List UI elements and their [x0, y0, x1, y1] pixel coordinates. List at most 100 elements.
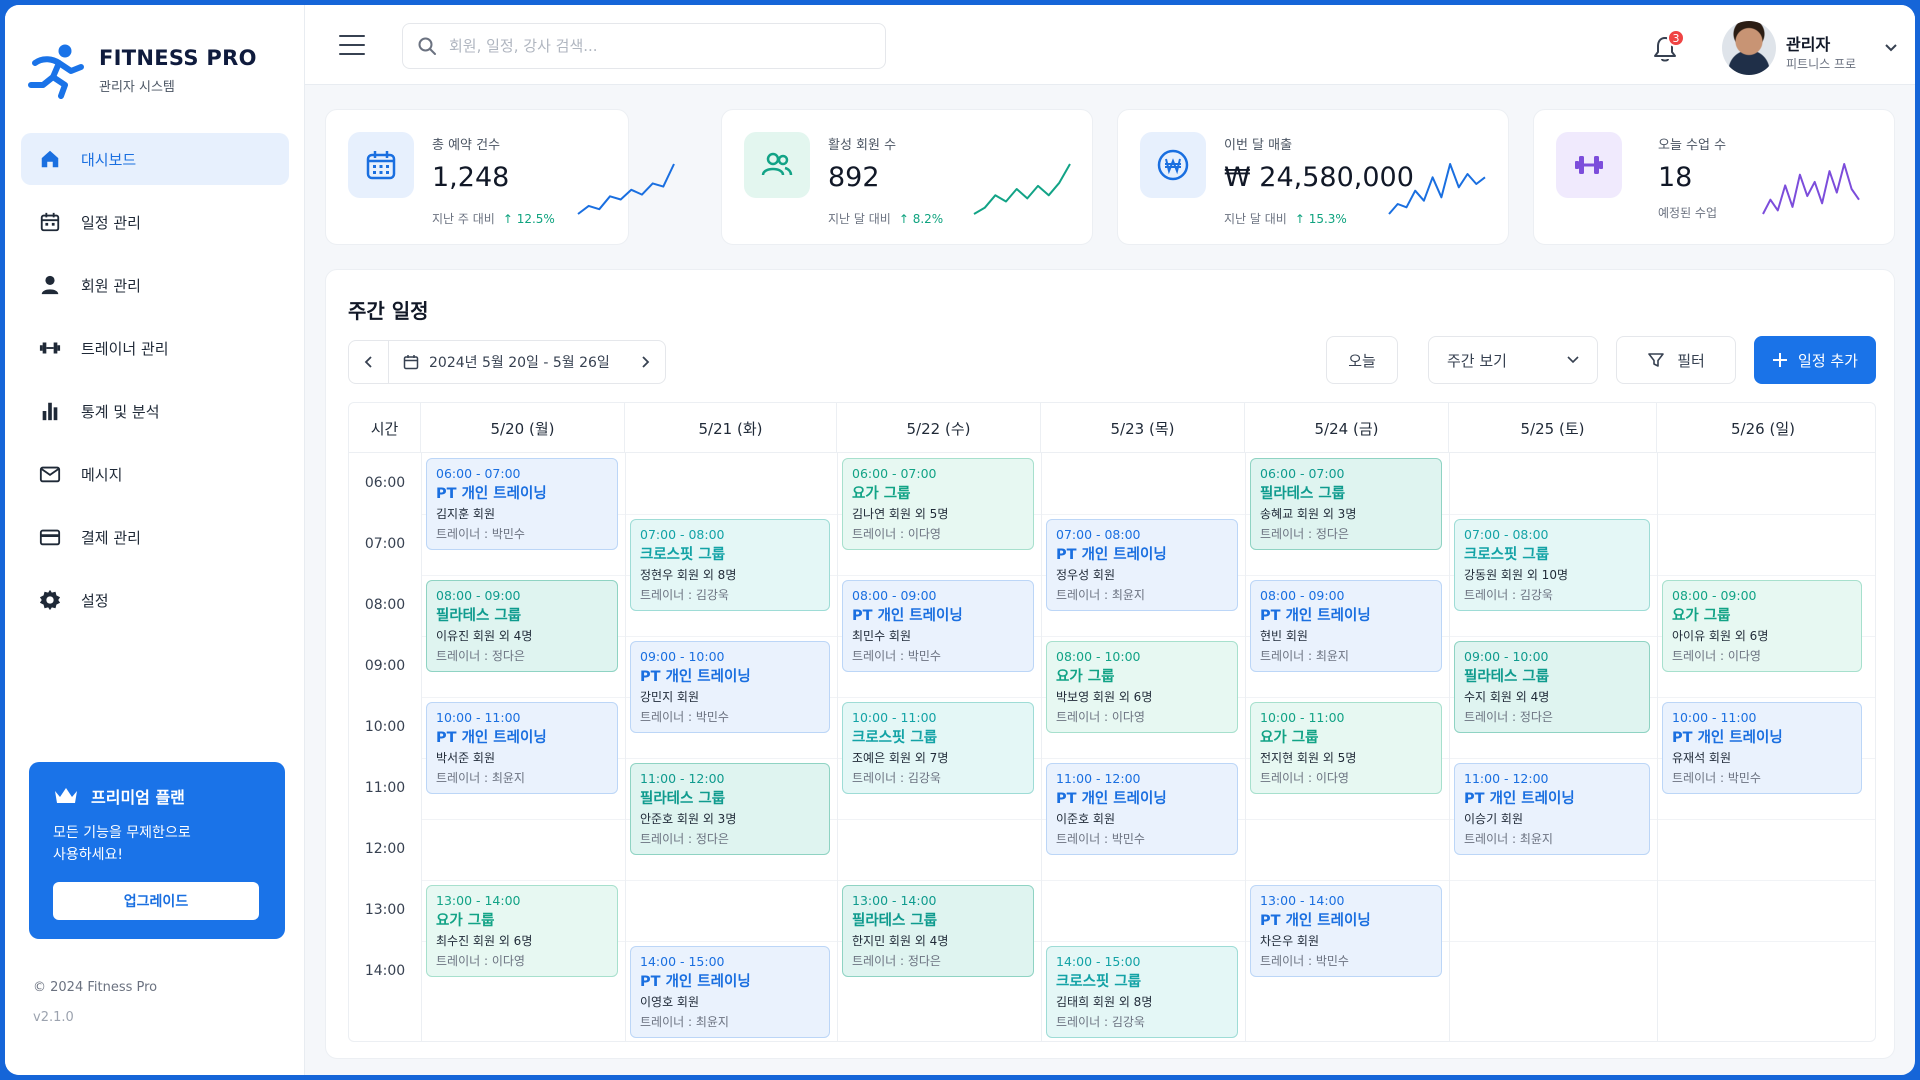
sidebar-item-label: 설정: [81, 591, 109, 610]
day-gridline: [1245, 453, 1246, 1041]
users-icon: [744, 132, 810, 198]
upgrade-button[interactable]: 업그레이드: [53, 882, 259, 920]
event-member: 정현우 회원 외 8명: [640, 568, 737, 582]
sidebar-item-label: 결제 관리: [81, 528, 141, 547]
schedule-event[interactable]: 07:00 - 08:00 PT 개인 트레이닝 정우성 회원 트레이너 : 최윤지: [1046, 519, 1238, 611]
schedule-event[interactable]: 08:00 - 09:00 PT 개인 트레이닝 최민수 회원 트레이너 : 박민수: [842, 580, 1034, 672]
calendar-icon: [348, 132, 414, 198]
sidebar-item-payments[interactable]: 결제 관리: [21, 511, 289, 563]
event-member: 김태희 회원 외 8명: [1056, 995, 1153, 1009]
day-header: 5/22 (수): [837, 403, 1041, 453]
schedule-event[interactable]: 07:00 - 08:00 크로스핏 그룹 정현우 회원 외 8명 트레이너 : 김강…: [630, 519, 830, 611]
event-time: 10:00 - 11:00: [852, 710, 937, 725]
next-week-button[interactable]: [625, 341, 665, 383]
event-title: PT 개인 트레이닝: [640, 974, 751, 990]
sidebar-item-schedule[interactable]: 일정 관리: [21, 196, 289, 248]
schedule-event[interactable]: 10:00 - 11:00 PT 개인 트레이닝 박서준 회원 트레이너 : 최윤지: [426, 702, 618, 794]
stat-card-classes[interactable]: 오늘 수업 수 18 예정된 수업: [1533, 109, 1895, 245]
avatar[interactable]: [1722, 21, 1776, 75]
schedule-event[interactable]: 06:00 - 07:00 요가 그룹 김나연 회원 외 5명 트레이너 : 이다영: [842, 458, 1034, 550]
schedule-event[interactable]: 14:00 - 15:00 크로스핏 그룹 김태희 회원 외 8명 트레이너 : 김강…: [1046, 946, 1238, 1038]
search-box[interactable]: [402, 23, 886, 69]
menu-toggle-icon[interactable]: [339, 35, 365, 55]
search-input[interactable]: [449, 37, 869, 55]
sidebar-item-members[interactable]: 회원 관리: [21, 259, 289, 311]
event-trainer: 트레이너 : 박민수: [640, 710, 729, 724]
sidebar-item-messages[interactable]: 메시지: [21, 448, 289, 500]
schedule-event[interactable]: 11:00 - 12:00 필라테스 그룹 안준호 회원 외 3명 트레이너 : 정다…: [630, 763, 830, 855]
schedule-event[interactable]: 06:00 - 07:00 필라테스 그룹 송혜교 회원 외 3명 트레이너 : 정다…: [1250, 458, 1442, 550]
stat-card-revenue[interactable]: 이번 달 매출 ₩ 24,580,000 지난 달 대비 ↑ 15.3%: [1117, 109, 1509, 245]
event-trainer: 트레이너 : 정다은: [1260, 527, 1349, 541]
prev-week-button[interactable]: [349, 341, 389, 383]
stat-compare-label: 지난 주 대비: [432, 212, 495, 226]
event-trainer: 트레이너 : 최윤지: [1056, 588, 1145, 602]
stat-card-bookings[interactable]: 총 예약 건수 1,248 지난 주 대비 ↑ 12.5%: [325, 109, 675, 245]
event-time: 08:00 - 09:00: [1260, 588, 1345, 603]
sidebar-item-dashboard[interactable]: 대시보드: [21, 133, 289, 185]
schedule-event[interactable]: 07:00 - 08:00 크로스핏 그룹 강동원 회원 외 10명 트레이너 : 김…: [1454, 519, 1650, 611]
dumbbell-icon: [39, 337, 61, 359]
won-icon: [1140, 132, 1206, 198]
stat-compare: 예정된 수업: [1658, 204, 1717, 221]
event-time: 13:00 - 14:00: [436, 893, 521, 908]
user-name[interactable]: 관리자: [1786, 31, 1830, 55]
gear-icon: [39, 589, 61, 611]
notification-badge: 3: [1667, 29, 1685, 47]
day-gridline: [837, 453, 838, 1041]
event-time: 14:00 - 15:00: [640, 954, 725, 969]
schedule-event[interactable]: 10:00 - 11:00 요가 그룹 전지현 회원 외 5명 트레이너 : 이다영: [1250, 702, 1442, 794]
stat-label: 활성 회원 수: [828, 138, 897, 153]
schedule-event[interactable]: 11:00 - 12:00 PT 개인 트레이닝 이승기 회원 트레이너 : 최윤지: [1454, 763, 1650, 855]
schedule-event[interactable]: 08:00 - 10:00 요가 그룹 박보영 회원 외 6명 트레이너 : 이다영: [1046, 641, 1238, 733]
schedule-event[interactable]: 10:00 - 11:00 크로스핏 그룹 조예은 회원 외 7명 트레이너 : 김강…: [842, 702, 1034, 794]
event-title: 요가 그룹: [436, 913, 495, 929]
schedule-event[interactable]: 08:00 - 09:00 PT 개인 트레이닝 현빈 회원 트레이너 : 최윤지: [1250, 580, 1442, 672]
event-member: 최민수 회원: [852, 629, 912, 643]
chevron-down-icon[interactable]: [1884, 43, 1898, 53]
schedule-event[interactable]: 09:00 - 10:00 필라테스 그룹 수지 회원 외 4명 트레이너 : 정다은: [1454, 641, 1650, 733]
calendar-icon: [39, 211, 61, 233]
event-trainer: 트레이너 : 이다영: [436, 954, 525, 968]
filter-button[interactable]: 필터: [1616, 336, 1736, 384]
sparkline: [973, 163, 1071, 215]
view-select[interactable]: 주간 보기: [1428, 336, 1598, 384]
day-gridline: [421, 453, 422, 1041]
schedule-event[interactable]: 10:00 - 11:00 PT 개인 트레이닝 유재석 회원 트레이너 : 박민수: [1662, 702, 1862, 794]
user-role: 피트니스 프로: [1786, 57, 1857, 71]
schedule-event[interactable]: 09:00 - 10:00 PT 개인 트레이닝 강민지 회원 트레이너 : 박민수: [630, 641, 830, 733]
event-time: 09:00 - 10:00: [640, 649, 725, 664]
stat-card-members[interactable]: 활성 회원 수 892 지난 달 대비 ↑ 8.2%: [721, 109, 1093, 245]
sidebar-item-analytics[interactable]: 통계 및 분석: [21, 385, 289, 437]
event-trainer: 트레이너 : 박민수: [852, 649, 941, 663]
schedule-event[interactable]: 13:00 - 14:00 PT 개인 트레이닝 차은우 회원 트레이너 : 박민수: [1250, 885, 1442, 977]
version-label: v2.1.0: [33, 1010, 74, 1025]
event-time: 11:00 - 12:00: [1056, 771, 1141, 786]
schedule-event[interactable]: 11:00 - 12:00 PT 개인 트레이닝 이준호 회원 트레이너 : 박민수: [1046, 763, 1238, 855]
sidebar-item-trainers[interactable]: 트레이너 관리: [21, 322, 289, 374]
event-member: 최수진 회원 외 6명: [436, 934, 533, 948]
chevron-left-icon: [364, 356, 372, 368]
sidebar-item-settings[interactable]: 설정: [21, 574, 289, 626]
day-header: 5/21 (화): [625, 403, 837, 453]
schedule-event[interactable]: 08:00 - 09:00 필라테스 그룹 이유진 회원 외 4명 트레이너 : 정다…: [426, 580, 618, 672]
schedule-event[interactable]: 14:00 - 15:00 PT 개인 트레이닝 이영호 회원 트레이너 : 최윤지: [630, 946, 830, 1038]
home-icon: [39, 148, 61, 170]
crown-icon: [55, 788, 77, 803]
event-member: 정우성 회원: [1056, 568, 1116, 582]
schedule-event[interactable]: 13:00 - 14:00 필라테스 그룹 한지민 회원 외 4명 트레이너 : 정다…: [842, 885, 1034, 977]
date-range-picker[interactable]: 2024년 5월 20일 - 5월 26일: [389, 352, 625, 372]
stat-value: 1,248: [432, 162, 510, 193]
event-trainer: 트레이너 : 김강욱: [852, 771, 941, 785]
sparkline: [1388, 163, 1486, 215]
schedule-event[interactable]: 13:00 - 14:00 요가 그룹최수진 회원 외 6명트레이너 : 이다영: [426, 885, 618, 977]
schedule-event[interactable]: 08:00 - 09:00 요가 그룹 아이유 회원 외 6명 트레이너 : 이다영: [1662, 580, 1862, 672]
add-schedule-label: 일정 추가: [1798, 351, 1858, 370]
stat-compare-label: 예정된 수업: [1658, 206, 1718, 220]
schedule-event[interactable]: 06:00 - 07:00 PT 개인 트레이닝 김지훈 회원 트레이너 : 박민수: [426, 458, 618, 550]
add-schedule-button[interactable]: 일정 추가: [1754, 336, 1876, 384]
calendar-icon: [403, 355, 419, 370]
today-button[interactable]: 오늘: [1326, 336, 1398, 384]
event-title: PT 개인 트레이닝: [1056, 791, 1167, 807]
brand[interactable]: FITNESS PRO 관리자 시스템: [27, 41, 257, 99]
